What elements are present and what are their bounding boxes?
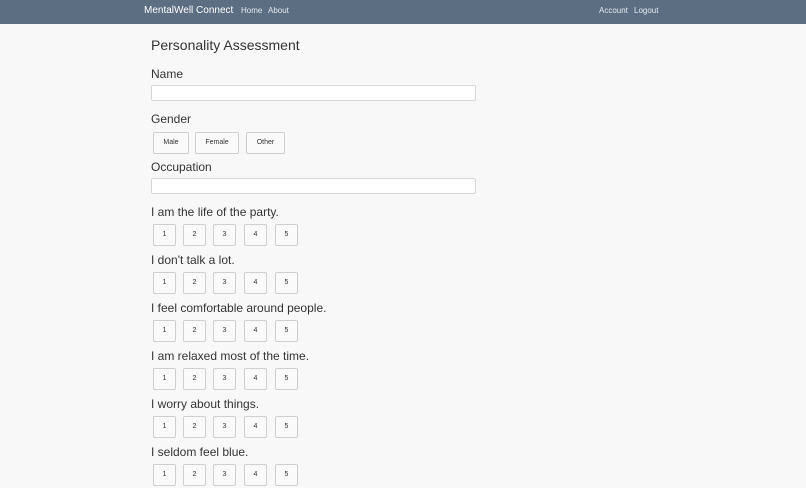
rating-button-5[interactable]: 5 xyxy=(275,272,298,294)
gender-other-button[interactable]: Other xyxy=(246,132,285,154)
rating-button-1[interactable]: 1 xyxy=(153,320,176,342)
assessment-form: Personality Assessment Name Gender Male … xyxy=(151,36,481,488)
navbar: MentalWell Connect Home About Account Lo… xyxy=(0,0,806,24)
nav-about-link[interactable]: About xyxy=(268,6,289,15)
rating-button-5[interactable]: 5 xyxy=(275,320,298,342)
rating-button-1[interactable]: 1 xyxy=(153,416,176,438)
nav-account-link[interactable]: Account xyxy=(599,6,628,15)
rating-button-3[interactable]: 3 xyxy=(213,272,236,294)
gender-options: Male Female Other xyxy=(151,132,481,156)
rating-options: 12345 xyxy=(151,368,481,392)
rating-button-5[interactable]: 5 xyxy=(275,368,298,390)
rating-button-3[interactable]: 3 xyxy=(213,416,236,438)
rating-button-3[interactable]: 3 xyxy=(213,464,236,486)
question-text: I don't talk a lot. xyxy=(151,253,235,267)
rating-button-2[interactable]: 2 xyxy=(183,272,206,294)
rating-button-4[interactable]: 4 xyxy=(244,368,267,390)
rating-button-4[interactable]: 4 xyxy=(244,464,267,486)
rating-button-3[interactable]: 3 xyxy=(213,368,236,390)
question-text: I worry about things. xyxy=(151,397,260,411)
occupation-input[interactable] xyxy=(151,178,476,194)
brand-link[interactable]: MentalWell Connect xyxy=(144,5,233,16)
rating-options: 12345 xyxy=(151,464,481,488)
question-text: I seldom feel blue. xyxy=(151,445,249,459)
rating-options: 12345 xyxy=(151,272,481,296)
rating-button-5[interactable]: 5 xyxy=(275,464,298,486)
rating-options: 12345 xyxy=(151,320,481,344)
question-block: I don't talk a lot. 1 2 3 4 5 xyxy=(151,252,481,296)
gender-label: Gender xyxy=(151,112,192,126)
rating-button-2[interactable]: 2 xyxy=(183,416,206,438)
question-block: I am relaxed most of the time. 1 2 3 4 5 xyxy=(151,348,481,392)
rating-button-4[interactable]: 4 xyxy=(244,224,267,246)
occupation-label: Occupation xyxy=(151,160,212,174)
question-block: I feel comfortable around people. 1 2 3 4 5 xyxy=(151,300,481,344)
rating-button-5[interactable]: 5 xyxy=(275,224,298,246)
name-input[interactable] xyxy=(151,85,476,101)
question-text: I am relaxed most of the time. xyxy=(151,349,310,363)
rating-button-3[interactable]: 3 xyxy=(213,224,236,246)
name-label: Name xyxy=(151,67,184,81)
question-text: I feel comfortable around people. xyxy=(151,301,327,315)
rating-options: 12345 xyxy=(151,416,481,440)
rating-button-2[interactable]: 2 xyxy=(183,320,206,342)
rating-button-4[interactable]: 4 xyxy=(244,272,267,294)
rating-button-2[interactable]: 2 xyxy=(183,224,206,246)
rating-button-1[interactable]: 1 xyxy=(153,224,176,246)
rating-options: 12345 xyxy=(151,224,481,248)
question-block: I worry about things. 1 2 3 4 5 xyxy=(151,396,481,440)
rating-button-5[interactable]: 5 xyxy=(275,416,298,438)
nav-logout-link[interactable]: Logout xyxy=(634,6,658,15)
question-block: I seldom feel blue. 1 2 3 4 5 xyxy=(151,444,481,488)
rating-button-1[interactable]: 1 xyxy=(153,464,176,486)
gender-male-button[interactable]: Male xyxy=(153,132,189,154)
question-list: I am the life of the party. 1 2 3 4 5 I don't … xyxy=(151,204,481,488)
rating-button-1[interactable]: 1 xyxy=(153,272,176,294)
rating-button-1[interactable]: 1 xyxy=(153,368,176,390)
rating-button-4[interactable]: 4 xyxy=(244,416,267,438)
nav-home-link[interactable]: Home xyxy=(241,6,262,15)
rating-button-2[interactable]: 2 xyxy=(183,368,206,390)
gender-female-button[interactable]: Female xyxy=(195,132,239,154)
page-title: Personality Assessment xyxy=(151,37,300,53)
rating-button-2[interactable]: 2 xyxy=(183,464,206,486)
rating-button-4[interactable]: 4 xyxy=(244,320,267,342)
question-block: I am the life of the party. 1 2 3 4 5 xyxy=(151,204,481,248)
question-text: I am the life of the party. xyxy=(151,205,279,219)
rating-button-3[interactable]: 3 xyxy=(213,320,236,342)
